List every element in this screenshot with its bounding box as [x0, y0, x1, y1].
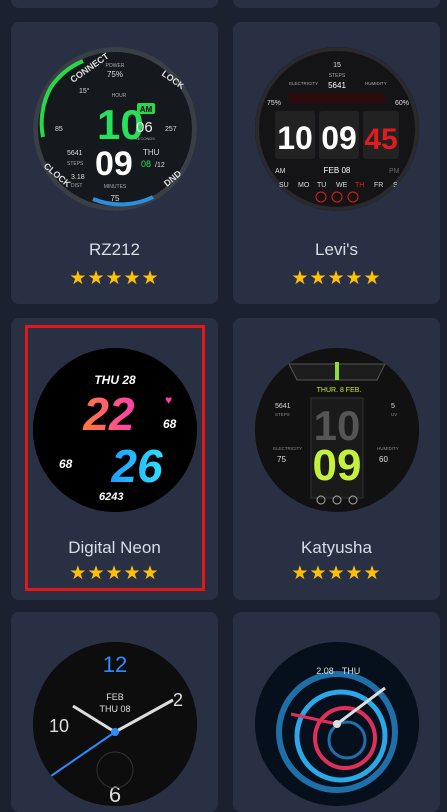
- face-text: 2.08: [316, 666, 334, 676]
- weekday-label: SA: [393, 182, 403, 189]
- watchface-preview: 2.08 THU: [255, 642, 419, 806]
- card-partial-right[interactable]: [233, 0, 440, 8]
- face-text: HOUR: [112, 93, 127, 99]
- weekday-label: TH: [355, 182, 364, 189]
- face-text: SECONDS: [135, 136, 155, 141]
- face-text: 3.18: [71, 174, 85, 181]
- watchface-preview: 12 10 2 6 FEB THU 08: [33, 642, 197, 806]
- face-text: 75%: [267, 100, 281, 107]
- rating-stars: ★★★★★: [69, 268, 160, 289]
- face-text: 45: [364, 123, 397, 156]
- face-text: UV: [391, 412, 397, 417]
- face-text: FEB 08: [324, 166, 351, 175]
- face-text: 60%: [395, 100, 409, 107]
- face-text: 5: [391, 403, 395, 410]
- face-text: 08: [141, 159, 151, 169]
- face-text: 60: [379, 455, 388, 464]
- face-text: 257: [165, 126, 177, 133]
- face-text: ELECTRICITY: [273, 446, 302, 451]
- watchface-preview: THUR. 8 FEB. 10 09 5641 STEPS 5 UV ELECT…: [255, 348, 419, 512]
- watchface-card-levis[interactable]: 15 STEPS 5641 ELECTRICITY HUMIDITY 75% 6…: [233, 22, 440, 304]
- weekday-label: FR: [374, 182, 383, 189]
- face-text: 75: [277, 455, 286, 464]
- weekday-label: WE: [336, 182, 348, 189]
- watchface-name: Katyusha: [301, 538, 372, 557]
- face-text: /12: [155, 162, 165, 169]
- watchface-card-rz212[interactable]: CONNECT LOCK CLOCK DND POWER 75% 15° HOU…: [11, 22, 218, 304]
- face-text: DIST: [71, 183, 82, 189]
- face-text: 6: [109, 782, 121, 806]
- face-text: 5641: [67, 150, 83, 157]
- face-text: STEPS: [329, 73, 346, 79]
- weekday-label: MO: [298, 182, 310, 189]
- face-text: 15°: [79, 87, 90, 95]
- watchface-card-swirl[interactable]: 2.08 THU: [233, 612, 440, 812]
- face-text: THU 08: [99, 704, 130, 714]
- rating-stars: ★★★★★: [291, 268, 382, 289]
- face-text: 09: [95, 145, 133, 183]
- face-text: THU: [143, 148, 160, 157]
- face-text: THUR. 8 FEB.: [317, 387, 362, 394]
- face-text: 75: [111, 194, 120, 203]
- face-text: AM: [140, 105, 153, 114]
- face-text: 10: [277, 120, 313, 156]
- face-text: POWER: [106, 63, 125, 69]
- face-text: 09: [321, 120, 357, 156]
- face-text: AM: [275, 168, 286, 175]
- watchface-card-katyusha[interactable]: THUR. 8 FEB. 10 09 5641 STEPS 5 UV ELECT…: [233, 318, 440, 600]
- face-text: HUMIDITY: [377, 446, 399, 451]
- watchface-preview: CONNECT LOCK CLOCK DND POWER 75% 15° HOU…: [33, 47, 197, 211]
- face-text: 75%: [107, 70, 123, 79]
- face-text: STEPS: [67, 161, 84, 167]
- face-text: PM: [389, 168, 400, 175]
- weekday-label: TU: [317, 182, 326, 189]
- face-text: 5641: [328, 81, 346, 90]
- face-text: 10: [49, 716, 69, 736]
- face-text: 15: [333, 62, 341, 69]
- face-text: 2: [173, 690, 183, 710]
- face-text: 12: [103, 652, 127, 677]
- weekday-label: SU: [279, 182, 289, 189]
- face-text: 09: [313, 441, 362, 490]
- card-partial-left[interactable]: [11, 0, 218, 8]
- watchface-preview: 15 STEPS 5641 ELECTRICITY HUMIDITY 75% 6…: [255, 47, 419, 211]
- face-text: ELECTRICITY: [289, 81, 318, 86]
- watchface-name: RZ212: [88, 240, 141, 259]
- watchface-name: Levi's: [315, 240, 358, 259]
- face-text: 5641: [275, 403, 291, 410]
- face-text: MINUTES: [104, 184, 127, 190]
- rating-stars: ★★★★★: [291, 563, 382, 584]
- face-text: STEPS: [275, 412, 290, 417]
- face-text: FEB: [106, 692, 124, 702]
- face-text: 85: [55, 126, 63, 133]
- selection-highlight: [25, 325, 205, 591]
- face-text: 06: [136, 119, 153, 136]
- watchface-card-analog[interactable]: 12 10 2 6 FEB THU 08: [11, 612, 218, 812]
- face-text: HUMIDITY: [365, 81, 387, 86]
- face-text: THU: [342, 666, 361, 676]
